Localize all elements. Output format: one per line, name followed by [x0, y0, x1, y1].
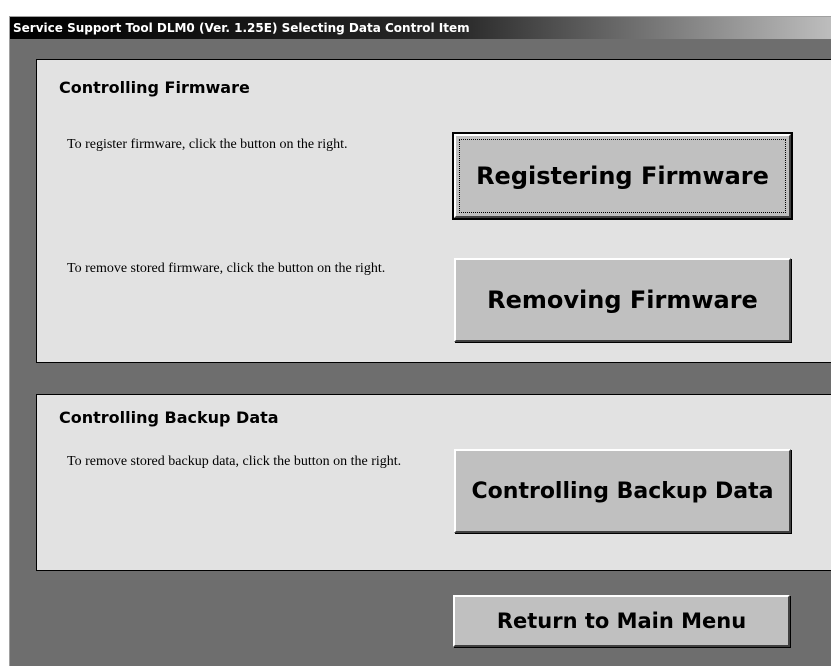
- return-to-main-menu-button[interactable]: Return to Main Menu: [453, 595, 790, 647]
- return-to-main-menu-label: Return to Main Menu: [496, 609, 747, 633]
- firmware-panel-title: Controlling Firmware: [59, 78, 250, 97]
- removing-firmware-button[interactable]: Removing Firmware: [454, 258, 791, 342]
- remove-firmware-description: To remove stored firmware, click the but…: [67, 261, 386, 276]
- registering-firmware-button[interactable]: Registering Firmware: [452, 132, 793, 220]
- remove-backup-description: To remove stored backup data, click the …: [67, 454, 402, 469]
- controlling-backup-data-label: Controlling Backup Data: [471, 478, 774, 504]
- main-window: Service Support Tool DLM0 (Ver. 1.25E) S…: [9, 16, 831, 666]
- firmware-panel: Controlling Firmware To register firmwar…: [36, 59, 831, 363]
- window-title: Service Support Tool DLM0 (Ver. 1.25E) S…: [10, 17, 831, 39]
- registering-firmware-label: Registering Firmware: [476, 162, 769, 190]
- removing-firmware-label: Removing Firmware: [487, 286, 758, 314]
- register-firmware-description: To register firmware, click the button o…: [67, 137, 348, 152]
- backup-panel-title: Controlling Backup Data: [59, 408, 279, 427]
- controlling-backup-data-button[interactable]: Controlling Backup Data: [454, 449, 791, 533]
- backup-panel: Controlling Backup Data To remove stored…: [36, 394, 831, 571]
